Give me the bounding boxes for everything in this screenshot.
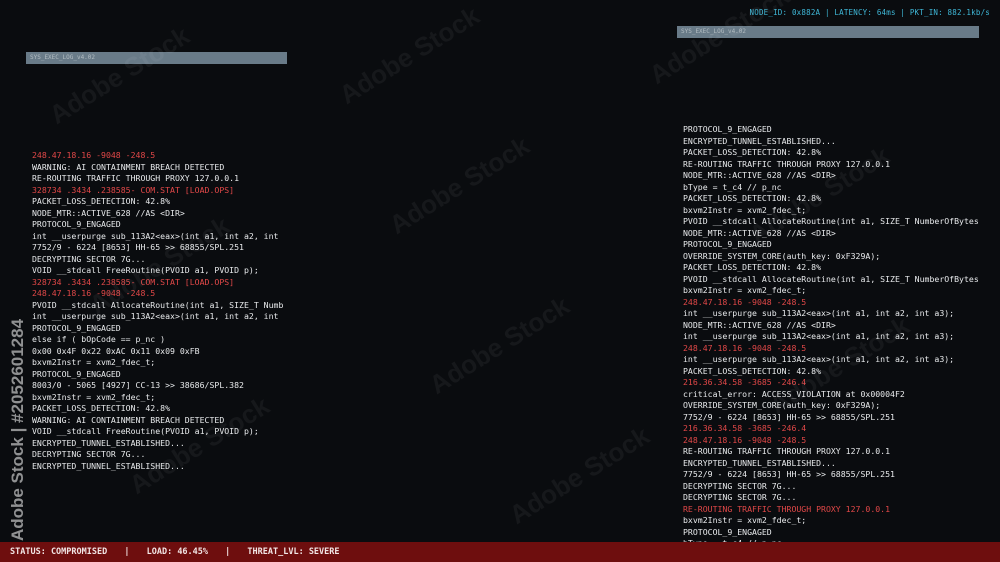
log-line: ENCRYPTED_TUNNEL_ESTABLISHED... <box>32 437 185 448</box>
log-line: OVERRIDE_SYSTEM_CORE(auth_key: 0xF329A); <box>683 400 881 410</box>
log-line: PACKET_LOSS_DETECTION: 42.8% <box>32 196 171 206</box>
log-line: 248.47.18.16 -9048 -248.5 <box>32 150 156 160</box>
threat-level: THREAT_LVL: SEVERE <box>247 547 340 557</box>
log-line: PROTOCOL_9_ENGAGED <box>683 124 772 134</box>
log-line: DECRYPTING SECTOR 7G... <box>683 492 797 502</box>
log-line: 7752/9 - 6224 [8653] HH-65 >> 68855/SPL.… <box>683 411 895 422</box>
left-panel-header: SYS_EXEC_LOG_v4.02 <box>26 52 287 64</box>
log-line: NODE_MTR::ACTIVE_628 //AS <DIR> <box>683 170 836 180</box>
log-line: 8003/0 - 5065 [4927] CC-13 >> 38686/SPL.… <box>32 380 244 390</box>
left-log-panel: 248.47.18.16 -9048 -248.5 WARNING: AI CON… <box>32 150 287 475</box>
node-stats-readout: NODE_ID: 0x882A | LATENCY: 64ms | PKT_IN… <box>749 8 990 17</box>
log-line: PROTOCOL_9_ENGAGED <box>32 219 121 229</box>
log-line: OVERRIDE_SYSTEM_CORE(auth_key: 0xF329A); <box>683 250 881 261</box>
log-line: int __userpurge sub_113A2<eax>(int a1, i… <box>683 354 955 364</box>
log-line: DECRYPTING SECTOR 7G... <box>32 253 146 264</box>
log-line: PACKET_LOSS_DETECTION: 42.8% <box>32 403 171 413</box>
log-line: DECRYPTING SECTOR 7G... <box>32 449 146 459</box>
log-line: bxvm2Instr = xvm2_fdec_t; <box>32 357 156 367</box>
log-line: 328734 .3434 .238585- COM.STAT [LOAD.OPS… <box>32 184 235 195</box>
status-separator: | <box>225 547 231 557</box>
watermark: Adobe Stock <box>333 0 485 110</box>
load-readout: LOAD: 46.45% <box>146 547 209 557</box>
log-line: VOID __stdcall FreeRoutine(PVOID a1, PVO… <box>32 265 259 275</box>
log-line: RE-ROUTING TRAFFIC THROUGH PROXY 127.0.0… <box>683 503 891 514</box>
log-line: WARNING: AI CONTAINMENT BREACH DETECTED <box>32 414 225 425</box>
log-line: RE-ROUTING TRAFFIC THROUGH PROXY 127.0.0… <box>683 446 891 456</box>
log-line: 216.36.34.58 -3685 -246.4 <box>683 377 807 387</box>
log-line: 7752/9 - 6224 [8653] HH-65 >> 68855/SPL.… <box>683 469 895 479</box>
log-line: ENCRYPTED_TUNNEL_ESTABLISHED... <box>683 135 836 146</box>
status-bar: STATUS: COMPROMISED | LOAD: 46.45% | THR… <box>0 542 1000 562</box>
watermark: Adobe Stock <box>383 130 535 240</box>
log-line: NODE_MTR::ACTIVE_628 //AS <DIR> <box>32 207 185 218</box>
log-line: ENCRYPTED_TUNNEL_ESTABLISHED... <box>32 460 185 471</box>
log-line: 7752/9 - 6224 [8653] HH-65 >> 68855/SPL.… <box>32 242 244 252</box>
log-line: DECRYPTING SECTOR 7G... <box>683 480 797 491</box>
log-line: 248.47.18.16 -9048 -248.5 <box>683 296 807 307</box>
log-line: RE-ROUTING TRAFFIC THROUGH PROXY 127.0.0… <box>32 173 240 183</box>
log-line: VOID __stdcall FreeRoutine(PVOID a1, PVO… <box>32 426 259 436</box>
log-line: int __userpurge sub_113A2<eax>(int a1, i… <box>683 308 955 318</box>
log-line: bxvm2Instr = xvm2_fdec_t; <box>683 515 807 525</box>
watermark: Adobe Stock <box>503 420 655 530</box>
log-line: PROTOCOL_9_ENGAGED <box>683 526 772 537</box>
status-separator: | <box>124 547 130 557</box>
log-line: PACKET_LOSS_DETECTION: 42.8% <box>683 365 822 376</box>
log-line: else if ( bOpCode == p_nc ) <box>32 334 166 344</box>
log-line: PVOID __stdcall AllocateRoutine(int a1, … <box>683 273 979 284</box>
right-panel-header: SYS_EXEC_LOG_v4.02 <box>677 26 979 38</box>
log-line: bxvm2Instr = xvm2_fdec_t; <box>683 285 807 295</box>
log-line: 248.47.18.16 -9048 -248.5 <box>683 342 807 353</box>
log-line: bxvm2Instr = xvm2_fdec_t; <box>32 391 156 402</box>
log-line: bxvm2Instr = xvm2_fdec_t; <box>683 204 807 215</box>
log-line: 248.47.18.16 -9048 -248.5 <box>683 434 807 445</box>
log-line: bType = t_c4 // p_nc <box>683 181 782 192</box>
log-line: NODE_MTR::ACTIVE_628 //AS <DIR> <box>683 319 836 330</box>
log-line: 216.36.34.58 -3685 -246.4 <box>683 423 807 433</box>
log-line: int __userpurge sub_113A2<eax>(int a1, i… <box>683 331 955 341</box>
log-line: PVOID __stdcall AllocateRoutine(int a1, … <box>32 299 284 310</box>
log-line: 0x00 0x4F 0x22 0xAC 0x11 0x09 0xFB <box>32 345 200 356</box>
status-text: STATUS: COMPROMISED <box>10 547 108 557</box>
watermark: Adobe Stock <box>423 290 575 400</box>
log-line: WARNING: AI CONTAINMENT BREACH DETECTED <box>32 161 225 172</box>
log-line: 248.47.18.16 -9048 -248.5 <box>32 288 156 298</box>
log-line: PROTOCOL_9_ENGAGED <box>32 322 121 333</box>
log-line: critical_error: ACCESS_VIOLATION at 0x00… <box>683 388 905 399</box>
log-line: 328734 .3434 .238585- COM.STAT [LOAD.OPS… <box>32 276 235 287</box>
log-line: PACKET_LOSS_DETECTION: 42.8% <box>683 262 822 272</box>
log-line: int __userpurge sub_113A2<eax>(int a1, i… <box>32 311 279 321</box>
stock-id-text: Adobe Stock | #2052601284 <box>8 318 28 542</box>
log-line: PROTOCOL_9_ENGAGED <box>32 368 121 379</box>
stock-id-watermark: Adobe Stock | #2052601284 <box>6 310 30 550</box>
log-line: ENCRYPTED_TUNNEL_ESTABLISHED... <box>683 457 836 468</box>
log-line: PACKET_LOSS_DETECTION: 42.8% <box>683 147 822 157</box>
log-line: PVOID __stdcall AllocateRoutine(int a1, … <box>683 216 979 226</box>
log-line: int __userpurge sub_113A2<eax>(int a1, i… <box>32 230 279 241</box>
log-line: PACKET_LOSS_DETECTION: 42.8% <box>683 193 822 203</box>
watermark: Adobe Stock <box>43 20 195 130</box>
right-log-panel: PROTOCOL_9_ENGAGED ENCRYPTED_TUNNEL_ESTAB… <box>683 124 980 542</box>
log-line: NODE_MTR::ACTIVE_628 //AS <DIR> <box>683 227 836 238</box>
log-line: RE-ROUTING TRAFFIC THROUGH PROXY 127.0.0… <box>683 158 891 169</box>
log-line: PROTOCOL_9_ENGAGED <box>683 239 772 249</box>
